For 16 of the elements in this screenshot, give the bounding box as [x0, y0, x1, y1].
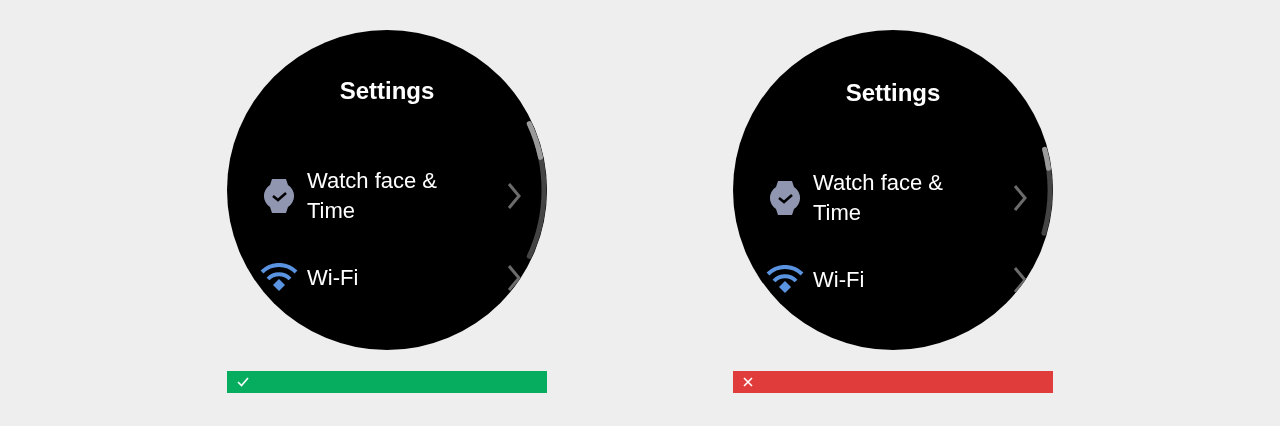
- settings-item[interactable]: Wi-Fi: [227, 263, 547, 293]
- chevron-icon: [1013, 266, 1027, 294]
- screen-title: Settings: [844, 78, 942, 108]
- chevron-icon: [507, 264, 521, 292]
- settings-item[interactable]: Watch face & Time: [227, 166, 547, 226]
- settings-item[interactable]: Wi-Fi: [733, 265, 1053, 295]
- wifi-icon: [766, 265, 804, 295]
- wifi-icon: [260, 263, 298, 293]
- watch-icon: [769, 179, 801, 217]
- cross-icon: [743, 377, 753, 387]
- watch-icon: [263, 177, 295, 215]
- check-icon: [237, 377, 249, 387]
- screen-title: Settings: [338, 76, 436, 106]
- chevron-icon: [507, 182, 521, 210]
- chevron-icon: [1013, 184, 1027, 212]
- settings-item[interactable]: Watch face & Time: [733, 168, 1053, 228]
